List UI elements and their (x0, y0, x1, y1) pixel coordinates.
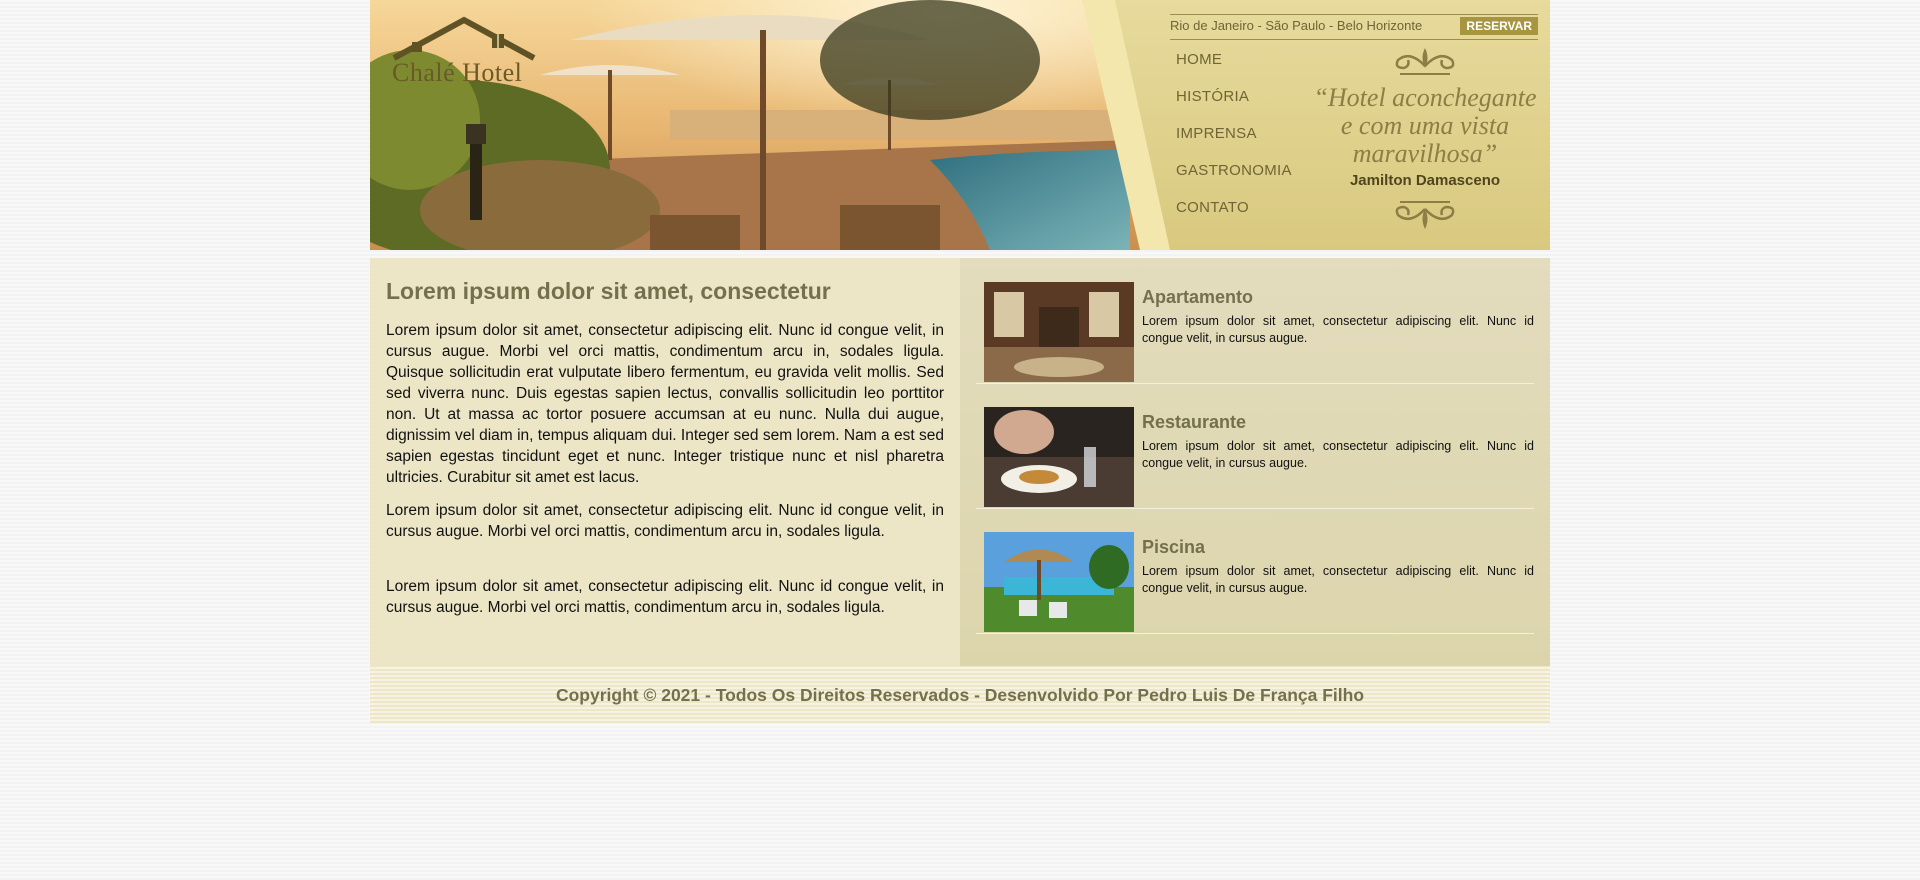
nav-item-gastronomia: GASTRONOMIA (1176, 159, 1292, 196)
nav-item-historia: HISTÓRIA (1176, 85, 1292, 122)
nav-link-gastronomia[interactable]: GASTRONOMIA (1176, 162, 1292, 179)
feature-apartamento[interactable]: Apartamento Lorem ipsum dolor sit amet, … (976, 258, 1534, 384)
main-nav: HOME HISTÓRIA IMPRENSA GASTRONOMIA CONTA… (1176, 48, 1292, 233)
reserve-button[interactable]: RESERVAR (1460, 17, 1538, 35)
feature-description: Lorem ipsum dolor sit amet, consectetur … (1142, 314, 1534, 345)
main-paragraph: Lorem ipsum dolor sit amet, consectetur … (386, 322, 944, 486)
nav-link-historia[interactable]: HISTÓRIA (1176, 88, 1249, 105)
features-column: Apartamento Lorem ipsum dolor sit amet, … (960, 258, 1550, 666)
site-container: Chalé Hotel Rio de Janeiro - São Paulo -… (370, 0, 1550, 723)
apartment-photo (984, 282, 1134, 382)
nav-link-imprensa[interactable]: IMPRENSA (1176, 125, 1257, 142)
testimonial-author: Jamilton Damasceno (1349, 172, 1501, 189)
top-bar: Rio de Janeiro - São Paulo - Belo Horizo… (1170, 14, 1538, 40)
feature-title[interactable]: Piscina (1142, 537, 1205, 558)
flourish-top-icon (1395, 48, 1455, 75)
flourish-bottom-icon (1395, 201, 1455, 229)
testimonial-quote: “Hotel aconchegante e com uma vista mara… (1313, 83, 1537, 168)
pool-photo (984, 532, 1134, 632)
main-column: Lorem ipsum dolor sit amet, consectetur … (370, 258, 960, 666)
city-list: Rio de Janeiro - São Paulo - Belo Horizo… (1170, 18, 1423, 33)
footer: Copyright © 2021 - Todos Os Direitos Res… (370, 666, 1550, 723)
testimonial-block: “Hotel aconchegante e com uma vista mara… (1305, 44, 1545, 234)
nav-link-home[interactable]: HOME (1176, 51, 1222, 68)
feature-description: Lorem ipsum dolor sit amet, consectetur … (1142, 439, 1534, 470)
feature-title[interactable]: Apartamento (1142, 287, 1253, 308)
header: Chalé Hotel Rio de Janeiro - São Paulo -… (370, 0, 1550, 250)
nav-item-contato: CONTATO (1176, 196, 1292, 233)
main-paragraph: Lorem ipsum dolor sit amet, consectetur … (386, 502, 944, 540)
nav-link-contato[interactable]: CONTATO (1176, 199, 1249, 216)
restaurant-photo (984, 407, 1134, 507)
feature-restaurante[interactable]: Restaurante Lorem ipsum dolor sit amet, … (976, 383, 1534, 509)
hotel-logo[interactable]: Chalé Hotel (388, 12, 538, 92)
content-area: Lorem ipsum dolor sit amet, consectetur … (370, 258, 1550, 666)
feature-description: Lorem ipsum dolor sit amet, consectetur … (1142, 564, 1534, 595)
nav-item-home: HOME (1176, 48, 1292, 85)
nav-item-imprensa: IMPRENSA (1176, 122, 1292, 159)
copyright-text: Copyright © 2021 - Todos Os Direitos Res… (555, 685, 1365, 705)
main-paragraph: Lorem ipsum dolor sit amet, consectetur … (386, 578, 944, 616)
chalet-house-icon (392, 16, 536, 61)
feature-piscina[interactable]: Piscina Lorem ipsum dolor sit amet, cons… (976, 508, 1534, 634)
main-heading: Lorem ipsum dolor sit amet, consectetur (386, 278, 831, 304)
logo-text: Chalé Hotel (392, 58, 523, 87)
feature-title[interactable]: Restaurante (1142, 412, 1246, 433)
